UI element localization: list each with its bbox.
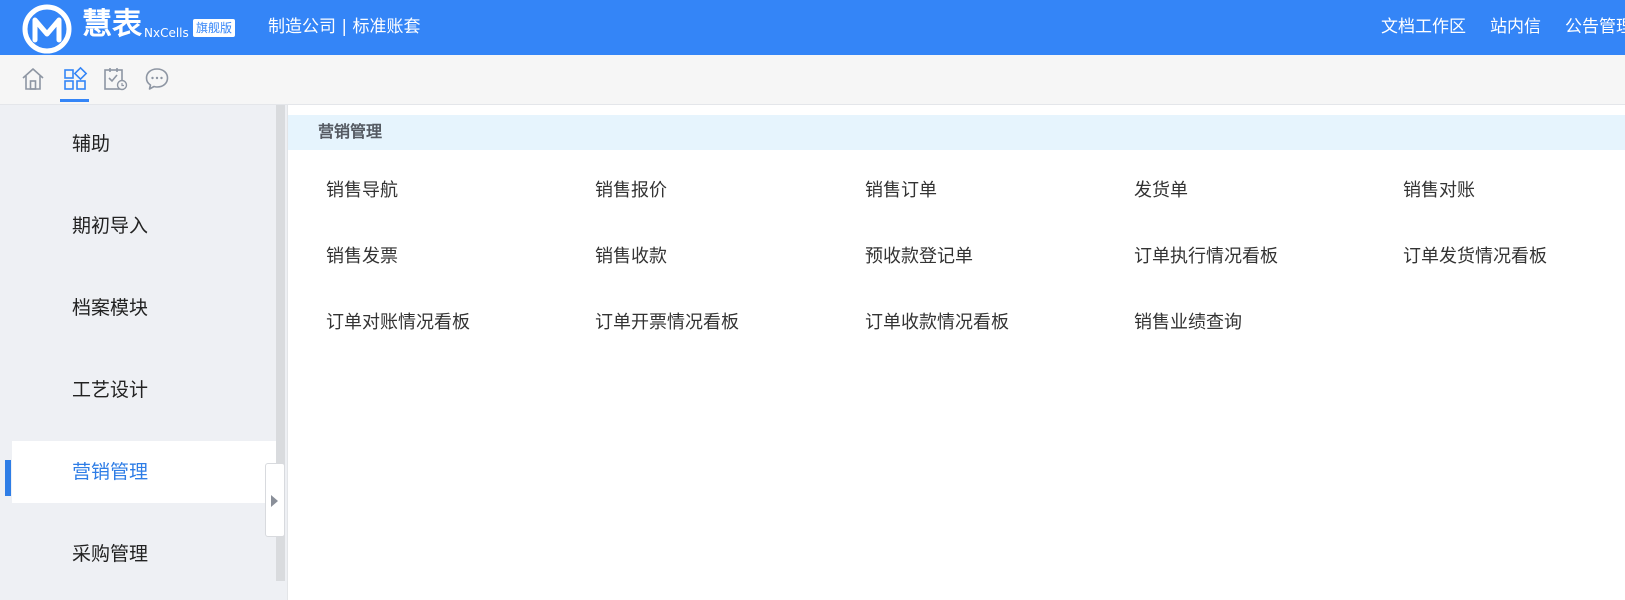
edition-badge: 旗舰版 xyxy=(193,19,236,37)
module-link[interactable]: 订单发货情况看板 xyxy=(1403,245,1547,269)
module-link[interactable]: 订单对账情况看板 xyxy=(326,311,470,335)
chat-bubble-icon[interactable] xyxy=(144,66,170,92)
icon-toolbar xyxy=(0,55,1625,105)
module-link[interactable]: 销售订单 xyxy=(865,179,937,203)
module-link[interactable]: 发货单 xyxy=(1134,179,1188,203)
sidebar-active-indicator xyxy=(5,460,11,496)
logo-icon[interactable] xyxy=(22,4,72,54)
section-title: 营销管理 xyxy=(318,122,383,141)
module-link[interactable]: 订单执行情况看板 xyxy=(1134,245,1278,269)
module-link[interactable]: 销售收款 xyxy=(595,245,667,269)
caret-right-icon xyxy=(271,495,278,507)
module-link[interactable]: 销售发票 xyxy=(326,245,398,269)
sidebar-item-purchasing[interactable]: 采购管理 xyxy=(12,523,276,585)
toolbar-active-underline xyxy=(60,99,89,102)
sidebar-collapse-toggle[interactable] xyxy=(265,463,285,537)
sidebar-item-label: 期初导入 xyxy=(72,215,149,237)
module-link[interactable]: 预收款登记单 xyxy=(865,245,973,269)
module-link[interactable]: 销售导航 xyxy=(326,179,398,203)
top-link-announcements[interactable]: 公告管理 xyxy=(1565,14,1625,40)
sidebar-item-label: 辅助 xyxy=(72,133,111,155)
sidebar-item-label: 采购管理 xyxy=(72,543,149,565)
sidebar-item-label: 工艺设计 xyxy=(72,379,149,401)
sidebar-item-assist[interactable]: 辅助 xyxy=(12,113,276,175)
sidebar: 辅助 期初导入 档案模块 工艺设计 营销管理 采购管理 xyxy=(0,105,287,600)
brand-name: 慧表 xyxy=(82,7,142,42)
company-account[interactable]: 制造公司 | 标准账套 xyxy=(268,14,421,40)
top-bar: 慧表 NxCells 旗舰版 制造公司 | 标准账套 文档工作区 站内信 公告管… xyxy=(0,0,1625,55)
sidebar-item-archives[interactable]: 档案模块 xyxy=(12,277,276,339)
top-links: 文档工作区 站内信 公告管理 xyxy=(1381,14,1625,40)
section-header: 营销管理 xyxy=(288,115,1625,150)
calendar-check-icon[interactable] xyxy=(102,66,128,92)
sidebar-item-label: 档案模块 xyxy=(72,297,149,319)
brand-sub: NxCells xyxy=(144,26,189,40)
module-link[interactable]: 销售报价 xyxy=(595,179,667,203)
top-link-docs[interactable]: 文档工作区 xyxy=(1381,14,1466,40)
top-link-messages[interactable]: 站内信 xyxy=(1490,14,1541,40)
sidebar-item-process-design[interactable]: 工艺设计 xyxy=(12,359,276,421)
sidebar-item-initial-import[interactable]: 期初导入 xyxy=(12,195,276,257)
sidebar-item-marketing[interactable]: 营销管理 xyxy=(12,441,276,503)
module-link[interactable]: 销售对账 xyxy=(1403,179,1475,203)
apps-grid-icon[interactable] xyxy=(62,66,88,92)
home-icon[interactable] xyxy=(20,66,46,92)
module-link[interactable]: 订单收款情况看板 xyxy=(865,311,1009,335)
module-link[interactable]: 订单开票情况看板 xyxy=(595,311,739,335)
module-link[interactable]: 销售业绩查询 xyxy=(1134,311,1242,335)
sidebar-item-label: 营销管理 xyxy=(72,461,149,483)
sidebar-divider xyxy=(287,105,288,600)
